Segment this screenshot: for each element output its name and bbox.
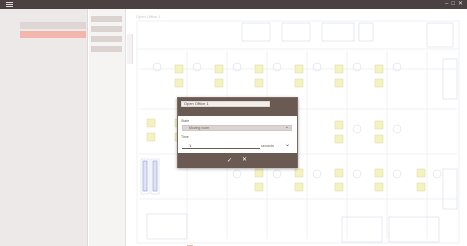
title-bar: – □ ✕	[0, 0, 467, 9]
confirm-button[interactable]: ✓	[227, 157, 232, 164]
state-select[interactable]: Moving room ⌄	[182, 125, 292, 131]
time-unit-select[interactable]: seconds	[261, 144, 274, 148]
maximize-icon[interactable]: □	[451, 0, 455, 9]
dialog-header: Open Office 1	[178, 98, 297, 116]
cancel-button[interactable]: ✕	[242, 156, 247, 163]
room-name-field[interactable]: Open Office 1	[181, 101, 270, 107]
window-controls: – □ ✕	[445, 0, 463, 9]
minimize-icon[interactable]: –	[445, 0, 448, 9]
time-input[interactable]: 1	[182, 143, 260, 149]
set-state-dialog: Open Office 1 State Moving room ⌄ Time 1…	[177, 97, 298, 168]
state-label: State	[181, 119, 190, 123]
chevron-down-icon: ⌄	[284, 124, 289, 130]
dialog-footer: ✓ ✕	[178, 153, 297, 168]
time-label: Time	[181, 135, 189, 139]
chevron-down-icon[interactable]: ⌄	[285, 141, 290, 148]
menu-icon[interactable]	[6, 2, 13, 7]
close-icon[interactable]: ✕	[458, 0, 463, 9]
state-select-value: Moving room	[189, 126, 210, 130]
